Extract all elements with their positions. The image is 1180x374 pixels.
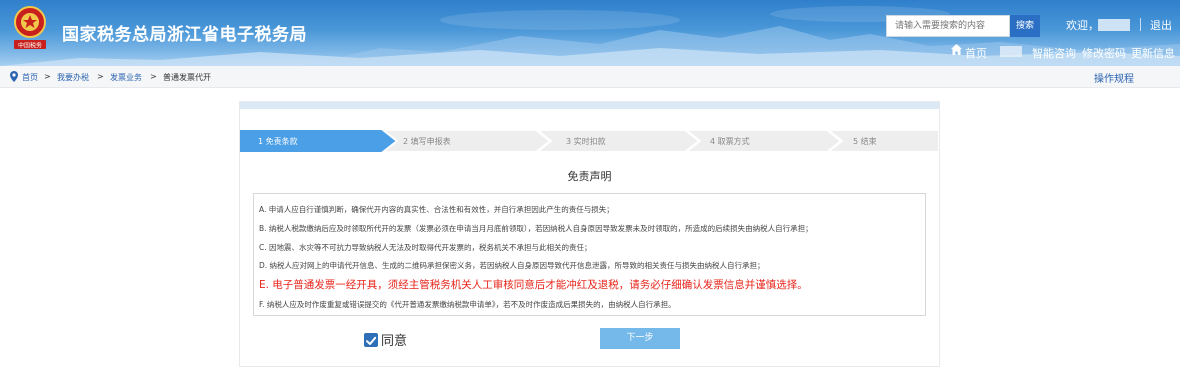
breadcrumb-separator: > (150, 72, 157, 81)
nav-change-password[interactable]: 修改密码 (1082, 45, 1126, 61)
site-title: 国家税务总局浙江省电子税务局 (62, 25, 307, 45)
home-icon[interactable] (950, 43, 963, 56)
operation-guide-link[interactable]: 操作规程 (1094, 70, 1134, 85)
next-step-button[interactable]: 下一步 (600, 328, 680, 349)
checkmark-icon (366, 336, 377, 345)
step-5-shape (826, 130, 939, 152)
step-3-shape (535, 130, 701, 152)
nav-smart-consult[interactable]: 智能咨询 (1032, 45, 1076, 61)
step-3-deduction: 3 实时扣款 (566, 137, 606, 146)
breadcrumb-separator: > (97, 72, 104, 81)
clause-b: B. 纳税人税款缴纳后应及时领取所代开的发票（发票必须在申请当月月底前领取），若… (259, 224, 813, 233)
disclaimer-title: 免责声明 (567, 170, 612, 183)
breadcrumb-tax-affairs[interactable]: 我要办税 (57, 72, 89, 83)
step-2-fill-form: 2 填写申报表 (403, 137, 451, 146)
search-button[interactable]: 搜索 (1010, 15, 1040, 37)
svg-text:中国税务: 中国税务 (18, 42, 42, 50)
clause-d: D. 纳税人应对网上的申请代开信息、生成的二维码承担保密义务，若因纳税人自身原因… (259, 261, 765, 270)
step-4-pickup-method: 4 取票方式 (710, 137, 750, 146)
masked-username (1098, 19, 1130, 31)
search-input[interactable] (886, 15, 1010, 37)
clause-a: A. 申请人应自行谨慎判断，确保代开内容的真实性、合法性和有效性，并自行承担因此… (259, 205, 614, 214)
breadcrumb-current: 普通发票代开 (163, 73, 211, 82)
breadcrumb-separator: > (44, 72, 51, 81)
step-progress-bar: 1 免责条款 2 填写申报表 3 实时扣款 4 取票方式 5 结束 (240, 130, 939, 152)
nav-home[interactable]: 首页 (965, 45, 987, 61)
main-card: 1 免责条款 2 填写申报表 3 实时扣款 4 取票方式 5 结束 免责声明 A… (239, 101, 940, 367)
card-top-strip (240, 102, 939, 109)
disclaimer-clauses-box: A. 申请人应自行谨慎判断，确保代开内容的真实性、合法性和有效性，并自行承担因此… (253, 193, 926, 316)
masked-nav-item (1000, 46, 1022, 57)
header-divider (1140, 18, 1141, 31)
clause-c: C. 因地震、水灾等不可抗力导致纳税人无法及时取得代开发票的，税务机关不承担与此… (259, 243, 592, 252)
logout-link[interactable]: 退出 (1150, 17, 1172, 33)
clause-f: F. 纳税人应及时作废重复或错误提交的《代开普通发票缴纳税款申请单》，若不及时作… (259, 300, 676, 309)
breadcrumb-invoice-business[interactable]: 发票业务 (110, 72, 142, 83)
breadcrumb-home[interactable]: 首页 (22, 72, 38, 83)
location-pin-icon (10, 71, 18, 82)
nav-update-info[interactable]: 更新信息 (1131, 45, 1175, 61)
site-header: 中国税务 国家税务总局浙江省电子税务局 搜索 欢迎， 退出 首页 智能咨询 修改… (0, 0, 1180, 66)
breadcrumb: 首页 > 我要办税 > 发票业务 > 普通发票代开 (0, 66, 1180, 88)
clause-e-warning: E. 电子普通发票一经开具，须经主管税务机关人工审核同意后才能冲红及退税，请务必… (259, 279, 808, 291)
agree-label[interactable]: 同意 (381, 330, 407, 349)
welcome-text: 欢迎， (1066, 19, 1099, 32)
agree-checkbox[interactable] (364, 333, 378, 347)
step-1-disclaimer: 1 免责条款 (258, 137, 298, 146)
tax-emblem-logo[interactable]: 中国税务 (10, 4, 50, 52)
step-5-finish: 5 结束 (853, 137, 877, 146)
